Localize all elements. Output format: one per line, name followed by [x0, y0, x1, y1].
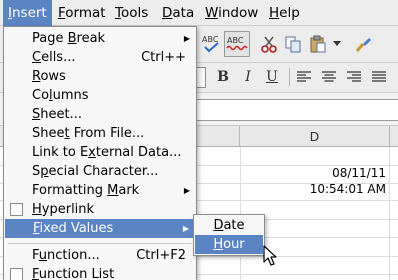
clone-format-icon[interactable]: [352, 32, 374, 56]
paste-icon[interactable]: [307, 32, 329, 56]
menu-window[interactable]: Window: [200, 0, 263, 26]
align-center-icon[interactable]: [318, 66, 340, 88]
menu-tools[interactable]: Tools: [110, 0, 153, 26]
formula-input[interactable]: [196, 99, 398, 121]
gridline: [389, 147, 390, 280]
menu-help[interactable]: Help: [264, 0, 305, 26]
submenu-arrow-icon: ▶: [183, 186, 190, 195]
font-size-box-edge[interactable]: [196, 67, 206, 88]
menu-item-columns[interactable]: Columns: [4, 86, 196, 105]
menu-item-sheet[interactable]: Sheet...: [4, 105, 196, 124]
italic-button[interactable]: I: [237, 66, 259, 88]
menu-separator: [8, 243, 192, 244]
submenu-arrow-icon: ▶: [183, 34, 190, 43]
menu-bar: Insert Format Tools Data Window Help: [0, 0, 398, 26]
justify-icon[interactable]: [368, 66, 390, 88]
shortcut-label: Ctrl+F2: [136, 248, 186, 263]
menu-item-fixed-values[interactable]: Fixed Values ▶: [5, 219, 195, 238]
align-right-icon[interactable]: [343, 66, 365, 88]
menu-item-special-character[interactable]: Special Character...: [4, 162, 196, 181]
paste-dropdown-icon[interactable]: [331, 32, 343, 56]
menu-item-hyperlink[interactable]: Hyperlink: [4, 200, 196, 219]
checkbox-icon: [10, 268, 23, 280]
menu-insert[interactable]: Insert: [3, 0, 52, 26]
menu-item-function[interactable]: Function... Ctrl+F2: [4, 246, 196, 265]
checkbox-icon: [10, 203, 23, 216]
menu-item-rows[interactable]: Rows: [4, 67, 196, 86]
bold-button[interactable]: B: [212, 66, 234, 88]
cell-d-date[interactable]: 08/11/11: [332, 166, 386, 180]
menu-item-function-list[interactable]: Function List: [4, 265, 196, 280]
underline-button[interactable]: U: [261, 66, 283, 88]
menu-item-formatting-mark[interactable]: Formatting Mark ▶: [4, 181, 196, 200]
menu-item-cells[interactable]: Cells... Ctrl++: [4, 48, 196, 67]
svg-text:ABC: ABC: [227, 36, 244, 45]
menu-item-sheet-from-file[interactable]: Sheet From File...: [4, 124, 196, 143]
insert-menu-dropdown: Page Break ▶ Cells... Ctrl++ Rows Columns …: [3, 26, 197, 280]
cell-d-time[interactable]: 10:54:01 AM: [310, 182, 386, 196]
copy-icon[interactable]: [282, 32, 304, 56]
menu-format[interactable]: Format: [53, 0, 111, 26]
svg-text:ABC: ABC: [202, 35, 219, 44]
spellcheck-icon[interactable]: ABC: [200, 32, 224, 56]
column-header-d[interactable]: D: [240, 126, 390, 147]
menu-item-link-external-data[interactable]: Link to External Data...: [4, 143, 196, 162]
fixed-values-submenu: Date Hour: [193, 214, 265, 256]
submenu-item-hour[interactable]: Hour: [195, 235, 263, 254]
mouse-cursor-icon: [263, 245, 277, 271]
align-left-icon[interactable]: [293, 66, 315, 88]
submenu-arrow-icon: ▶: [182, 224, 189, 233]
submenu-item-date[interactable]: Date: [195, 216, 263, 235]
cut-icon[interactable]: [258, 32, 280, 56]
menu-data[interactable]: Data: [157, 0, 199, 26]
shortcut-label: Ctrl++: [141, 50, 186, 65]
toolbar-separator: [289, 68, 290, 86]
menu-item-page-break[interactable]: Page Break ▶: [4, 29, 196, 48]
autospellcheck-icon[interactable]: ABC: [224, 31, 250, 57]
column-header-e[interactable]: [390, 126, 398, 147]
